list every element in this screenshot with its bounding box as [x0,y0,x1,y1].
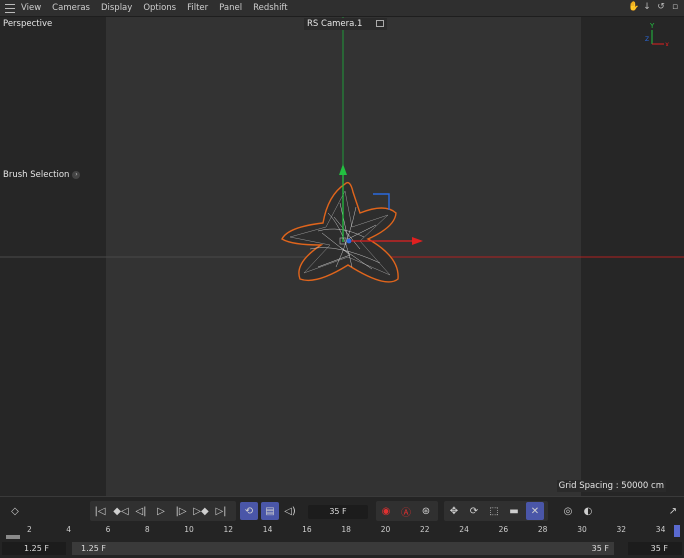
key-settings-icon[interactable]: ⊛ [418,502,434,520]
menu-panel[interactable]: Panel [219,3,242,13]
viewport[interactable]: Perspective RS Camera.1 Brush Selection ›… [0,17,684,496]
range-end-label: 35 F [591,544,609,553]
menu-display[interactable]: Display [101,3,132,13]
ruler-tick-label: 18 [341,525,351,534]
min-time-field[interactable]: 1.25 F [2,542,66,555]
timeline-settings-icon[interactable]: ◐ [580,502,596,520]
menu-redshift[interactable]: Redshift [253,3,288,13]
tool-label: Brush Selection [3,170,70,180]
range-start-label: 1.25 F [81,544,106,553]
ruler-tick-label: 2 [27,525,32,534]
prev-key-icon[interactable]: ◆◁ [112,502,130,520]
key-scale-icon[interactable]: ⬚ [486,502,502,520]
camera-name: RS Camera.1 [307,19,363,29]
ruler-tick-label: 16 [302,525,312,534]
ruler-tick-label: 34 [655,525,666,534]
orbit-icon[interactable]: ↺ [656,2,666,13]
loop-icon[interactable]: ⟲ [240,502,258,520]
grid-spacing-readout: Grid Spacing : 50000 cm [556,480,666,492]
next-frame-icon[interactable]: |▷ [173,502,189,520]
menu-cameras[interactable]: Cameras [52,3,90,13]
axis-z-label: Z [645,36,649,43]
time-range-bar: 1.25 F 1.25 F 35 F 35 F [0,541,684,557]
key-position-icon[interactable]: ✥ [446,502,462,520]
move-down-icon[interactable]: ↓ [642,2,652,13]
menu-filter[interactable]: Filter [187,3,208,13]
ruler-tick-label: 32 [616,525,627,534]
viewport-scene [0,17,684,283]
hamburger-menu-icon[interactable] [5,3,15,13]
ruler-tick-label: 12 [223,525,234,534]
play-icon[interactable]: ▷ [153,502,169,520]
pan-hand-icon[interactable]: ✋ [628,2,639,13]
playhead[interactable] [674,525,680,537]
tool-hud[interactable]: Brush Selection › [3,170,81,180]
camera-icon[interactable] [376,20,385,27]
ruler-tick-label: 8 [144,525,150,534]
menu-view[interactable]: View [21,3,41,13]
goto-start-icon[interactable]: |◁ [92,502,108,520]
record-key-icon[interactable]: ◉ [378,502,394,520]
goto-end-icon[interactable]: ▷| [213,502,229,520]
ruler-tick-label: 14 [262,525,273,534]
current-frame-field[interactable]: 35 F [308,505,368,519]
prev-frame-icon[interactable]: ◁| [133,502,149,520]
preview-range-icon[interactable]: ▤ [261,502,279,520]
key-pla-icon[interactable]: ✕ [526,502,544,520]
menu-bar: View Cameras Display Options Filter Pane… [0,0,684,17]
timeline-panel: ◇ |◁ ◆◁ ◁| ▷ |▷ ▷◆ ▷| ⟲ ▤ ◁) 35 F ◉ Ⓐ ⊛ … [0,496,684,558]
ruler-tick-label: 10 [184,525,194,534]
ruler-tick-label: 24 [459,525,469,534]
gizmo-x-arrow-icon [412,237,423,245]
next-key-icon[interactable]: ▷◆ [192,502,210,520]
max-time-field[interactable]: 35 F [628,542,682,555]
axis-y-label: Y [649,22,655,30]
ruler-tick-label: 30 [577,525,587,534]
gizmo-center-icon [346,238,352,244]
gizmo-y-arrow-icon [339,164,347,175]
ruler-tick-label: 26 [498,525,509,534]
key-rotation-icon[interactable]: ⟳ [466,502,482,520]
autokey-icon[interactable]: Ⓐ [398,502,414,520]
ruler-tick-label: 28 [537,525,548,534]
sound-icon[interactable]: ◁) [282,502,298,520]
ruler-tick-label: 4 [66,525,72,534]
axis-x-label: X [665,42,669,46]
ruler-tick-label: 22 [420,525,430,534]
viewport-nav-icons: ✋ ↓ ↺ ▫ [628,2,680,13]
fcurve-editor-icon[interactable]: ↗ [664,502,682,520]
menu-options[interactable]: Options [143,3,176,13]
viewport-name-label[interactable]: Perspective [3,19,52,29]
view-axis-indicator: Y Z X [645,22,669,46]
frame-ruler[interactable]: 2 4 6 8 10 12 14 16 18 20 22 24 26 28 30 32 34 [0,524,684,538]
maximize-view-icon[interactable]: ▫ [670,2,680,13]
preview-range-slider[interactable]: 1.25 F 35 F [72,542,614,555]
key-param-icon[interactable]: ▬ [506,502,522,520]
motion-clip-icon[interactable]: ◎ [560,502,576,520]
keyframe-diamond-icon[interactable]: ◇ [4,502,26,520]
starfish-object[interactable] [281,181,399,283]
active-camera-label[interactable]: RS Camera.1 [304,18,388,30]
ruler-tick-label: 20 [380,525,391,534]
tool-options-icon[interactable]: › [72,170,81,179]
range-start-marker[interactable] [6,535,20,539]
ruler-tick-label: 6 [105,525,111,534]
starfish-outline [281,181,399,283]
